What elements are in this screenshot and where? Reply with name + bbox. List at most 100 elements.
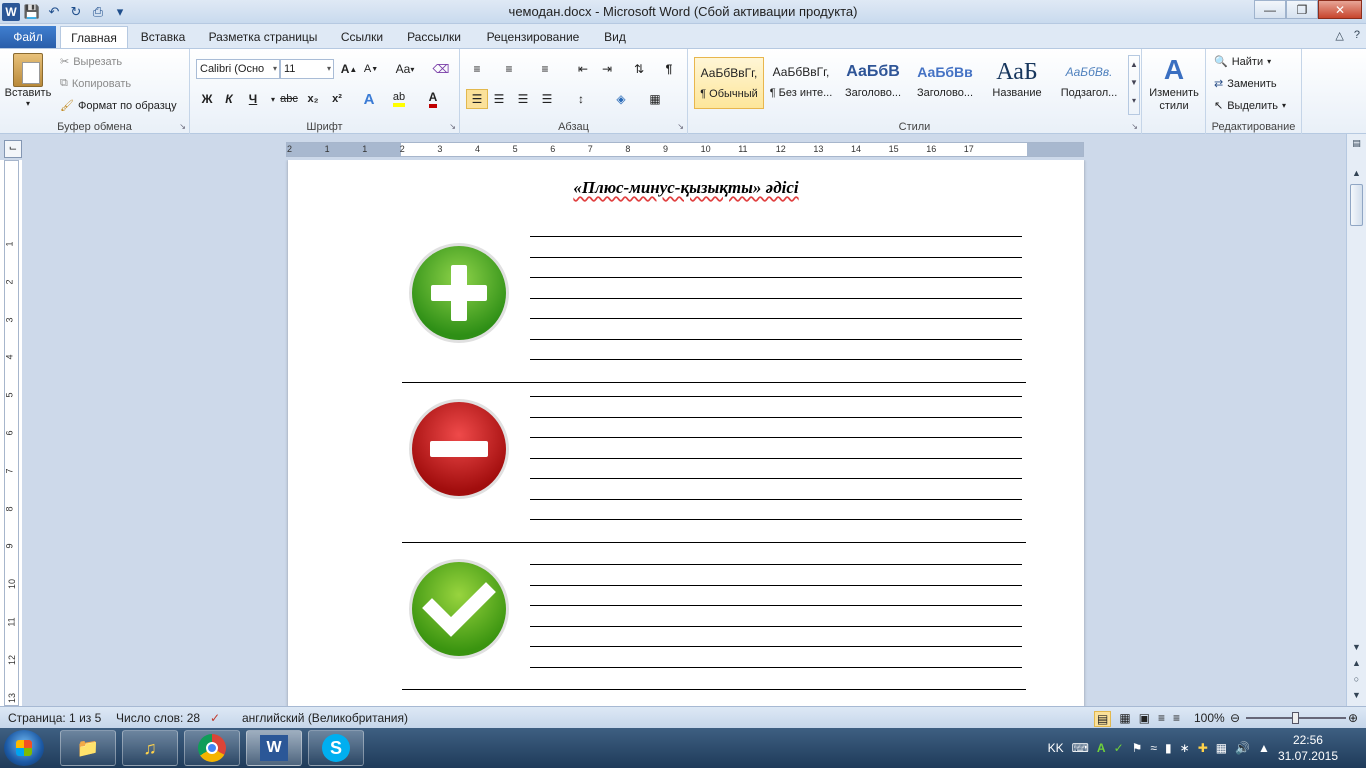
copy-button[interactable]: ⧉ Копировать: [60, 77, 131, 90]
select-button[interactable]: ↖ Выделить ▾: [1214, 99, 1286, 113]
vertical-ruler[interactable]: 1234567891011121314: [4, 160, 19, 740]
help-icon[interactable]: ?: [1354, 29, 1360, 42]
word-taskbar-icon[interactable]: W: [246, 730, 302, 766]
style-normal[interactable]: АаБбВвГг, ¶ Обычный: [694, 57, 764, 109]
tab-selector-icon[interactable]: ⌙: [4, 140, 22, 158]
shrink-font-button[interactable]: A ▼: [360, 59, 382, 79]
full-screen-reading-icon[interactable]: ▦: [1119, 711, 1130, 727]
tab-page-layout[interactable]: Разметка страницы: [200, 26, 326, 48]
flag-icon[interactable]: ⚑: [1132, 741, 1143, 755]
draft-icon[interactable]: ≡: [1173, 711, 1180, 727]
shading-icon[interactable]: ◈: [610, 89, 632, 109]
horizontal-ruler[interactable]: 2 1 1 2 3 4 5 6 7 8 9 10 11 12 13 14 15 16 17: [286, 142, 1084, 157]
close-button[interactable]: ✕: [1318, 0, 1362, 19]
tab-view[interactable]: Вид: [594, 26, 636, 48]
format-painter-button[interactable]: 🖌 Формат по образцу: [60, 99, 177, 113]
styles-gallery-scroll[interactable]: ▲ ▼ ▾: [1128, 55, 1140, 115]
prev-page-icon[interactable]: ▲: [1349, 658, 1364, 668]
multilevel-list-icon[interactable]: ≡: [534, 59, 556, 79]
chrome-taskbar-icon[interactable]: [184, 730, 240, 766]
tab-insert[interactable]: Вставка: [132, 26, 194, 48]
tab-mailings[interactable]: Рассылки: [398, 26, 470, 48]
font-size-combo[interactable]: 11 ▾: [280, 59, 334, 79]
tab-file[interactable]: Файл: [0, 26, 56, 48]
language-indicator[interactable]: английский (Великобритания): [242, 711, 408, 725]
change-case-button[interactable]: Aa ▾: [390, 59, 420, 79]
strikethrough-button[interactable]: abc: [278, 89, 300, 109]
justify-icon[interactable]: ☰: [536, 89, 558, 109]
signal-icon[interactable]: ▲: [1258, 741, 1270, 755]
zoom-in-icon[interactable]: ⊕: [1348, 711, 1358, 725]
styles-launcher-icon[interactable]: ↘: [1131, 122, 1138, 131]
ruler-toggle-icon[interactable]: ▤: [1349, 138, 1364, 149]
paste-button[interactable]: Вставить ▾: [4, 53, 52, 108]
minimize-ribbon-icon[interactable]: △: [1335, 29, 1343, 42]
align-right-icon[interactable]: ☰: [512, 89, 534, 109]
style-heading-1[interactable]: АаБбВ Заголово...: [838, 57, 908, 109]
next-page-icon[interactable]: ▼: [1349, 690, 1364, 700]
style-heading-2[interactable]: АаБбВв Заголово...: [910, 57, 980, 109]
checkmark-tray-icon[interactable]: ✓: [1114, 741, 1124, 755]
tab-references[interactable]: Ссылки: [334, 26, 390, 48]
restore-button[interactable]: ❐: [1286, 0, 1318, 19]
scroll-up-icon[interactable]: ▲: [1349, 168, 1364, 178]
clipboard-launcher-icon[interactable]: ↘: [179, 122, 186, 131]
increase-indent-icon[interactable]: ⇥: [596, 59, 618, 79]
plus-tray-icon[interactable]: ✚: [1198, 741, 1208, 755]
vertical-scrollbar[interactable]: ▤ ▲ ▼ ▲ ○ ▼: [1346, 134, 1366, 706]
zoom-level[interactable]: 100%: [1194, 711, 1225, 725]
decrease-indent-icon[interactable]: ⇤: [572, 59, 594, 79]
text-effects-icon[interactable]: A: [358, 89, 380, 109]
outline-icon[interactable]: ≡: [1158, 711, 1165, 727]
bold-button[interactable]: Ж: [196, 89, 218, 109]
clear-formatting-icon[interactable]: ⌫: [430, 59, 452, 79]
browse-object-icon[interactable]: ○: [1349, 674, 1364, 684]
music-taskbar-icon[interactable]: ♫: [122, 730, 178, 766]
language-indicator-tray[interactable]: KK: [1048, 741, 1064, 755]
highlight-color-icon[interactable]: ab: [388, 89, 410, 109]
show-formatting-icon[interactable]: ¶: [658, 59, 680, 79]
green-a-icon[interactable]: A: [1097, 741, 1106, 755]
style-no-spacing[interactable]: АаБбВвГг, ¶ Без инте...: [766, 57, 836, 109]
start-button[interactable]: [4, 730, 44, 766]
web-layout-icon[interactable]: ▣: [1139, 711, 1150, 727]
print-layout-icon[interactable]: ▤: [1094, 711, 1112, 727]
find-button[interactable]: 🔍 Найти ▾: [1214, 55, 1271, 69]
skype-taskbar-icon[interactable]: S: [308, 730, 364, 766]
font-color-icon[interactable]: A: [422, 89, 444, 109]
clock[interactable]: 22:56 31.07.2015: [1278, 732, 1338, 764]
subscript-button[interactable]: x₂: [302, 89, 324, 109]
battery-icon[interactable]: ▮: [1165, 741, 1172, 755]
tab-home[interactable]: Главная: [60, 26, 128, 48]
page-count[interactable]: Страница: 1 из 5: [8, 711, 101, 725]
style-title[interactable]: АаБ Название: [982, 57, 1052, 109]
line-spacing-icon[interactable]: ↕: [570, 89, 592, 109]
italic-button[interactable]: К: [218, 89, 240, 109]
bluetooth-icon[interactable]: ∗: [1180, 741, 1190, 755]
paste-dropdown-icon[interactable]: ▾: [4, 99, 52, 108]
bullets-icon[interactable]: ≡: [466, 59, 488, 79]
explorer-taskbar-icon[interactable]: 📁: [60, 730, 116, 766]
cut-button[interactable]: ✂ Вырезать: [60, 55, 122, 69]
borders-icon[interactable]: ▦: [644, 89, 666, 109]
tab-review[interactable]: Рецензирование: [478, 26, 588, 48]
proofing-icon[interactable]: ✓: [210, 711, 220, 725]
minimize-button[interactable]: —: [1254, 0, 1286, 19]
paragraph-launcher-icon[interactable]: ↘: [677, 122, 684, 131]
replace-button[interactable]: ⇄ Заменить: [1214, 77, 1277, 91]
font-launcher-icon[interactable]: ↘: [449, 122, 456, 131]
align-left-icon[interactable]: ☰: [466, 89, 488, 109]
zoom-slider-thumb[interactable]: [1292, 712, 1299, 724]
windows-tray-icon[interactable]: ▦: [1216, 741, 1227, 755]
zoom-out-icon[interactable]: ⊖: [1230, 711, 1240, 725]
scroll-down-icon[interactable]: ▼: [1349, 642, 1364, 652]
style-subtitle[interactable]: АаБбВв. Подзагол...: [1054, 57, 1124, 109]
font-name-combo[interactable]: Calibri (Осно ▾: [196, 59, 280, 79]
wifi-icon[interactable]: ≈: [1150, 741, 1157, 755]
sort-icon[interactable]: ⇅: [628, 59, 650, 79]
change-styles-button[interactable]: A Изменить стили: [1144, 53, 1204, 113]
underline-button[interactable]: Ч: [242, 89, 264, 109]
volume-icon[interactable]: 🔊: [1235, 741, 1250, 755]
scroll-thumb[interactable]: [1350, 184, 1363, 226]
word-count[interactable]: Число слов: 28: [116, 711, 200, 725]
